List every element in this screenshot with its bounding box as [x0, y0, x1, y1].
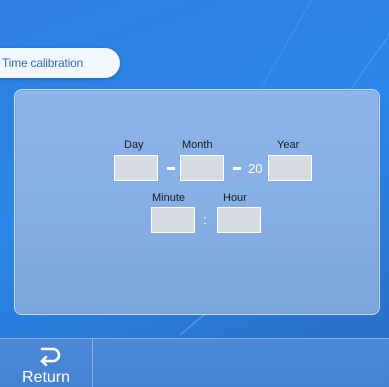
return-label: Return	[22, 369, 71, 386]
month-label: Month	[182, 139, 213, 151]
page-title-tab: Time calibration	[0, 48, 120, 78]
year-prefix: 20	[248, 161, 263, 176]
background-sheen	[254, 0, 346, 99]
day-input[interactable]	[114, 155, 158, 181]
minute-input[interactable]	[151, 207, 195, 233]
time-calibration-panel: Day Month Year 20 Minute Hour :	[14, 89, 380, 315]
screen: Time calibration Day Month Year 20 Minut…	[0, 0, 389, 387]
date-separator	[167, 167, 175, 170]
year-label: Year	[277, 139, 300, 151]
return-arrow-icon	[40, 347, 61, 366]
date-separator	[233, 167, 241, 170]
day-label: Day	[124, 139, 144, 151]
time-separator: :	[203, 212, 207, 227]
year-input[interactable]	[268, 155, 312, 181]
bottom-bar: Return	[0, 338, 389, 387]
month-input[interactable]	[180, 155, 224, 181]
hour-label: Hour	[223, 192, 247, 204]
page-title: Time calibration	[2, 56, 84, 70]
return-button[interactable]: Return	[0, 339, 93, 387]
hour-input[interactable]	[217, 207, 261, 233]
minute-label: Minute	[152, 192, 186, 204]
